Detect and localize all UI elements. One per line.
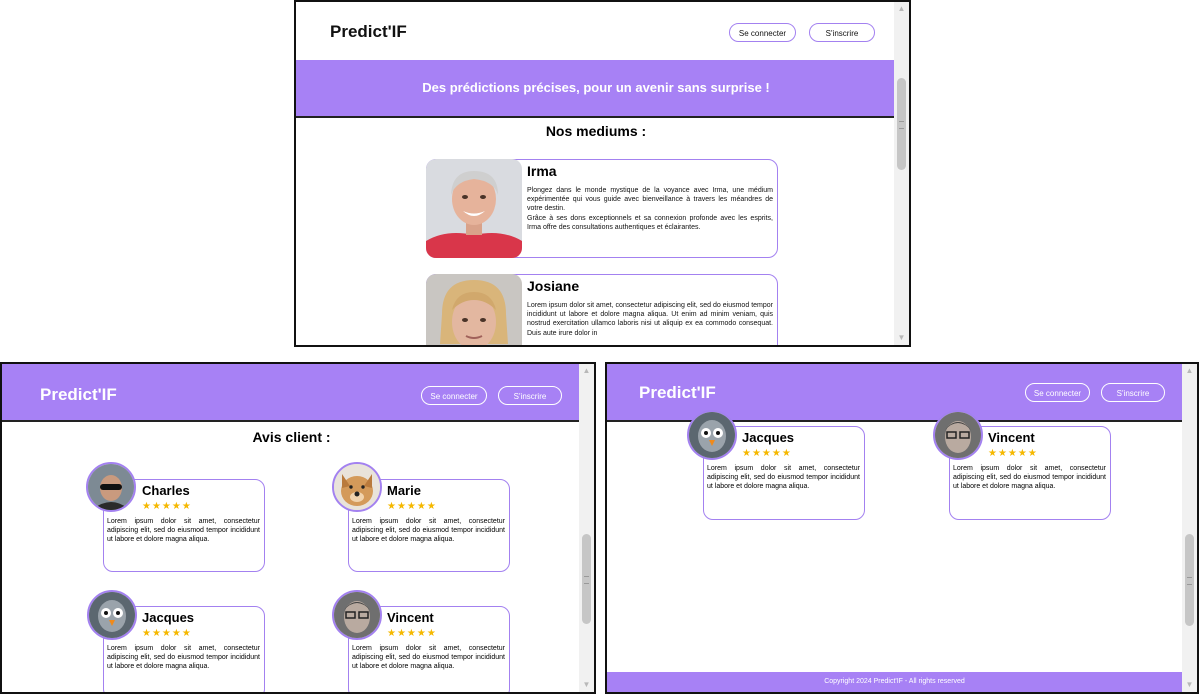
scrollbar-thumb[interactable]: [582, 534, 591, 624]
reviewer-name: Charles: [142, 483, 190, 498]
medium-photo: [426, 159, 522, 258]
brand-logo[interactable]: Predict'IF: [330, 22, 407, 42]
login-button[interactable]: Se connecter: [421, 386, 487, 405]
scrollbar-thumb[interactable]: [1185, 534, 1194, 626]
scroll-down-icon[interactable]: ▼: [1182, 678, 1197, 692]
login-button[interactable]: Se connecter: [729, 23, 796, 42]
reviewer-name: Jacques: [142, 610, 195, 625]
medium-card[interactable]: Josiane Lorem ipsum dolor sit amet, cons…: [426, 274, 778, 345]
footer-copyright: Copyright 2024 Predict'IF - All rights r…: [607, 672, 1182, 692]
medium-description: Plongez dans le monde mystique de la voy…: [527, 187, 773, 231]
hero-banner: Des prédictions précises, pour un avenir…: [296, 60, 896, 118]
screenshot-reviews-footer: Predict'IF Se connecter S'inscrire Jacqu…: [605, 362, 1199, 694]
login-button[interactable]: Se connecter: [1025, 383, 1090, 402]
reviewer-name: Vincent: [387, 610, 434, 625]
avatar: [687, 410, 737, 460]
screenshot-reviews: Predict'IF Se connecter S'inscrire Avis …: [0, 362, 596, 694]
scroll-up-icon[interactable]: ▲: [579, 364, 594, 378]
medium-name: Josiane: [527, 278, 580, 294]
star-rating: ★★★★★: [387, 628, 437, 639]
reviews-title: Avis client :: [252, 429, 331, 445]
signup-button[interactable]: S'inscrire: [809, 23, 875, 42]
review-text: Lorem ipsum dolor sit amet, consectetur …: [953, 465, 1106, 491]
review-text: Lorem ipsum dolor sit amet, consectetur …: [707, 465, 860, 491]
medium-description: Lorem ipsum dolor sit amet, consectetur …: [527, 302, 773, 337]
reviewer-name: Vincent: [988, 430, 1035, 445]
star-rating: ★★★★★: [988, 448, 1038, 459]
medium-name: Irma: [527, 163, 557, 179]
reviewer-name: Marie: [387, 483, 421, 498]
review-text: Lorem ipsum dolor sit amet, consectetur …: [107, 645, 260, 671]
signup-button[interactable]: S'inscrire: [498, 386, 562, 405]
avatar: [332, 590, 382, 640]
avatar: [87, 590, 137, 640]
medium-card[interactable]: Irma Plongez dans le monde mystique de l…: [426, 159, 778, 258]
scroll-up-icon[interactable]: ▲: [894, 2, 909, 16]
review-text: Lorem ipsum dolor sit amet, consectetur …: [352, 518, 505, 544]
scrollbar[interactable]: ▲ ▼: [894, 2, 909, 345]
scroll-down-icon[interactable]: ▼: [894, 331, 909, 345]
review-text: Lorem ipsum dolor sit amet, consectetur …: [352, 645, 505, 671]
review-text: Lorem ipsum dolor sit amet, consectetur …: [107, 518, 260, 544]
brand-logo[interactable]: Predict'IF: [639, 383, 716, 403]
star-rating: ★★★★★: [742, 448, 792, 459]
mediums-title: Nos mediums :: [545, 123, 647, 139]
avatar: [933, 410, 983, 460]
scrollbar-thumb[interactable]: [897, 78, 906, 170]
star-rating: ★★★★★: [387, 501, 437, 512]
avatar: [86, 462, 136, 512]
reviewer-name: Jacques: [742, 430, 795, 445]
avatar: [332, 462, 382, 512]
medium-photo: [426, 274, 522, 345]
brand-logo[interactable]: Predict'IF: [40, 385, 117, 405]
screenshot-home-mediums: Predict'IF Se connecter S'inscrire Des p…: [294, 0, 911, 347]
scroll-up-icon[interactable]: ▲: [1182, 364, 1197, 378]
signup-button[interactable]: S'inscrire: [1101, 383, 1165, 402]
star-rating: ★★★★★: [142, 501, 192, 512]
star-rating: ★★★★★: [142, 628, 192, 639]
scrollbar[interactable]: ▲ ▼: [579, 364, 594, 692]
scrollbar[interactable]: ▲ ▼: [1182, 364, 1197, 692]
scroll-down-icon[interactable]: ▼: [579, 678, 594, 692]
